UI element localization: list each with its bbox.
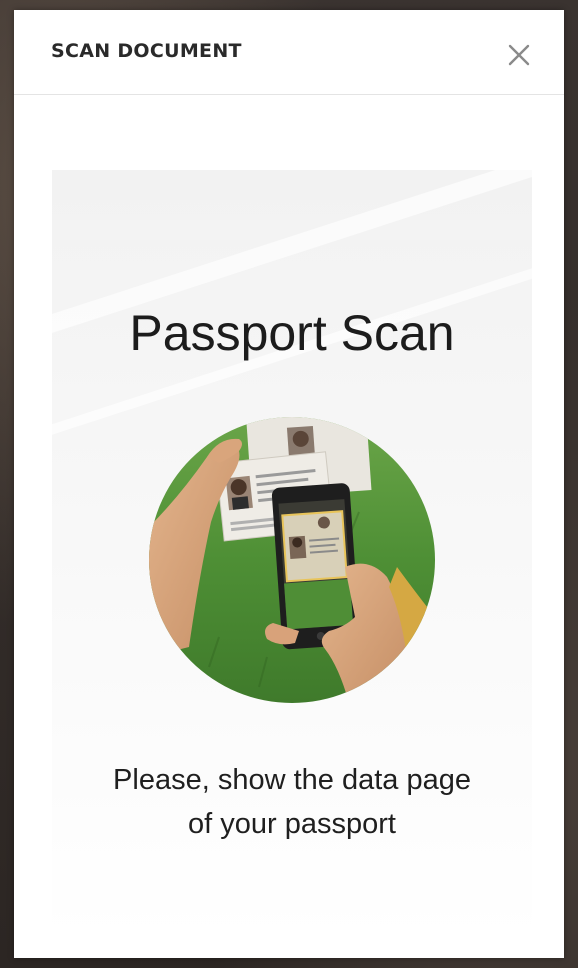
scan-content-panel: Passport Scan Please, show the data page… (52, 170, 532, 940)
modal-header: SCAN DOCUMENT (14, 10, 564, 95)
scan-heading: Passport Scan (129, 305, 455, 361)
scan-instructions: Please, show the data page of your passp… (52, 758, 532, 846)
instruction-line-2: of your passport (188, 808, 396, 840)
scan-document-modal: SCAN DOCUMENT Passport Scan Please, show… (14, 10, 564, 958)
passport-scan-illustration (149, 417, 435, 703)
instruction-line-1: Please, show the data page (113, 764, 471, 796)
close-button[interactable] (502, 38, 536, 72)
modal-title: SCAN DOCUMENT (51, 40, 242, 62)
close-icon (508, 44, 530, 66)
